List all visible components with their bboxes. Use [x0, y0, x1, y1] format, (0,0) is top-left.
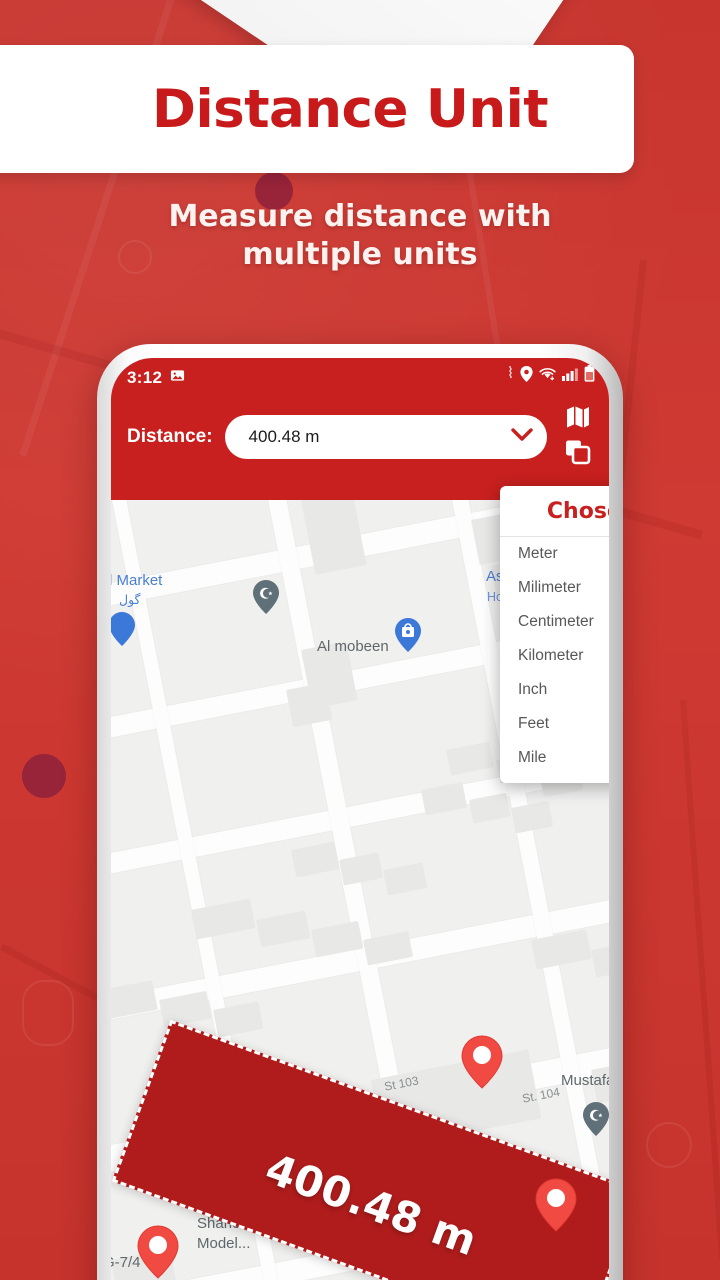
- unit-options-list: Meter Milimeter Centimeter Kilometer Inch Fee…: [500, 537, 609, 775]
- distance-toolbar: Distance: 400.48 m: [111, 404, 609, 470]
- measure-marker[interactable]: [535, 1178, 577, 1232]
- map-building: [591, 940, 609, 978]
- app-bar: 3:12 Distance: 400.48 m: [111, 358, 609, 500]
- measure-marker[interactable]: [461, 1035, 503, 1089]
- distance-label: Distance:: [127, 426, 213, 447]
- toolbar-icons: [557, 404, 599, 470]
- promo-banner: Distance Unit: [0, 0, 720, 330]
- bg-circle: [646, 1122, 692, 1168]
- map-building: [256, 910, 311, 948]
- map-building: [286, 682, 333, 728]
- measure-marker[interactable]: [137, 1225, 179, 1279]
- unit-option-label: Milimeter: [518, 579, 581, 596]
- distance-value: 400.48 m: [248, 427, 320, 446]
- map-poi-label-urdu: گول: [119, 593, 141, 607]
- map-pin-icon[interactable]: [111, 612, 135, 646]
- wifi-icon: [539, 366, 556, 387]
- vibrate-icon: [507, 365, 514, 387]
- unit-option-label: Inch: [518, 681, 548, 698]
- map-building: [291, 841, 340, 878]
- phone-mockup: St. 46 St 103 St. 104 Street 105 Street …: [97, 344, 623, 1280]
- map-poi-label[interactable]: Al Market: [111, 572, 162, 589]
- bg-road: [680, 699, 720, 1259]
- mosque-pin-icon[interactable]: [583, 1102, 609, 1136]
- unit-option-feet[interactable]: Feet: [500, 707, 609, 741]
- unit-option-label: Mile: [518, 749, 547, 766]
- unit-option-kilometer[interactable]: Kilometer: [500, 639, 609, 673]
- unit-option-mile[interactable]: Mile: [500, 741, 609, 775]
- map-poi-label[interactable]: Mustafa: [561, 1072, 609, 1089]
- phone-screen: St. 46 St 103 St. 104 Street 105 Street …: [111, 358, 609, 1280]
- page-title: Distance Unit: [152, 78, 549, 140]
- bg-dot: [22, 754, 66, 798]
- unit-option-label: Kilometer: [518, 647, 584, 664]
- unit-option-label: Meter: [518, 545, 558, 562]
- map-building: [511, 800, 554, 834]
- unit-option-label: Centimeter: [518, 613, 594, 630]
- mosque-pin-icon[interactable]: [253, 580, 279, 614]
- status-clock: 3:12: [127, 368, 163, 387]
- shop-pin-icon[interactable]: [395, 618, 421, 652]
- choose-unit-dialog[interactable]: Chose Unit Meter Milimeter Centimeter Kilom…: [500, 486, 609, 783]
- location-pin-icon: [520, 365, 533, 387]
- unit-option-milimeter[interactable]: Milimeter: [500, 571, 609, 605]
- map-icon[interactable]: [565, 404, 591, 435]
- unit-option-inch[interactable]: Inch: [500, 673, 609, 707]
- map-building: [446, 741, 495, 776]
- unit-option-centimeter[interactable]: Centimeter: [500, 605, 609, 639]
- map-building: [111, 980, 158, 1020]
- promo-subtitle-line1: Measure distance with: [168, 199, 552, 234]
- map-poi-label: Model...: [197, 1235, 251, 1252]
- signal-bars-icon: [562, 366, 578, 387]
- promo-subtitle: Measure distance with multiple units: [0, 198, 720, 274]
- banner-card: Distance Unit: [0, 45, 634, 173]
- map-building: [383, 862, 428, 896]
- promo-subtitle-line2: multiple units: [242, 237, 478, 272]
- distance-dropdown[interactable]: 400.48 m: [224, 415, 547, 459]
- map-poi-label[interactable]: Al mobeen: [317, 638, 389, 655]
- chevron-down-icon[interactable]: [511, 427, 533, 447]
- unit-option-meter[interactable]: Meter: [500, 537, 609, 571]
- status-bar: 3:12: [111, 358, 609, 398]
- dialog-title: Chose Unit: [500, 486, 609, 537]
- battery-icon: [584, 365, 595, 387]
- bg-circle: [22, 980, 74, 1046]
- layers-icon[interactable]: [565, 439, 591, 470]
- map-building: [421, 781, 468, 816]
- measurement-area[interactable]: [111, 1019, 609, 1280]
- unit-option-label: Feet: [518, 715, 550, 732]
- image-icon: [170, 368, 185, 388]
